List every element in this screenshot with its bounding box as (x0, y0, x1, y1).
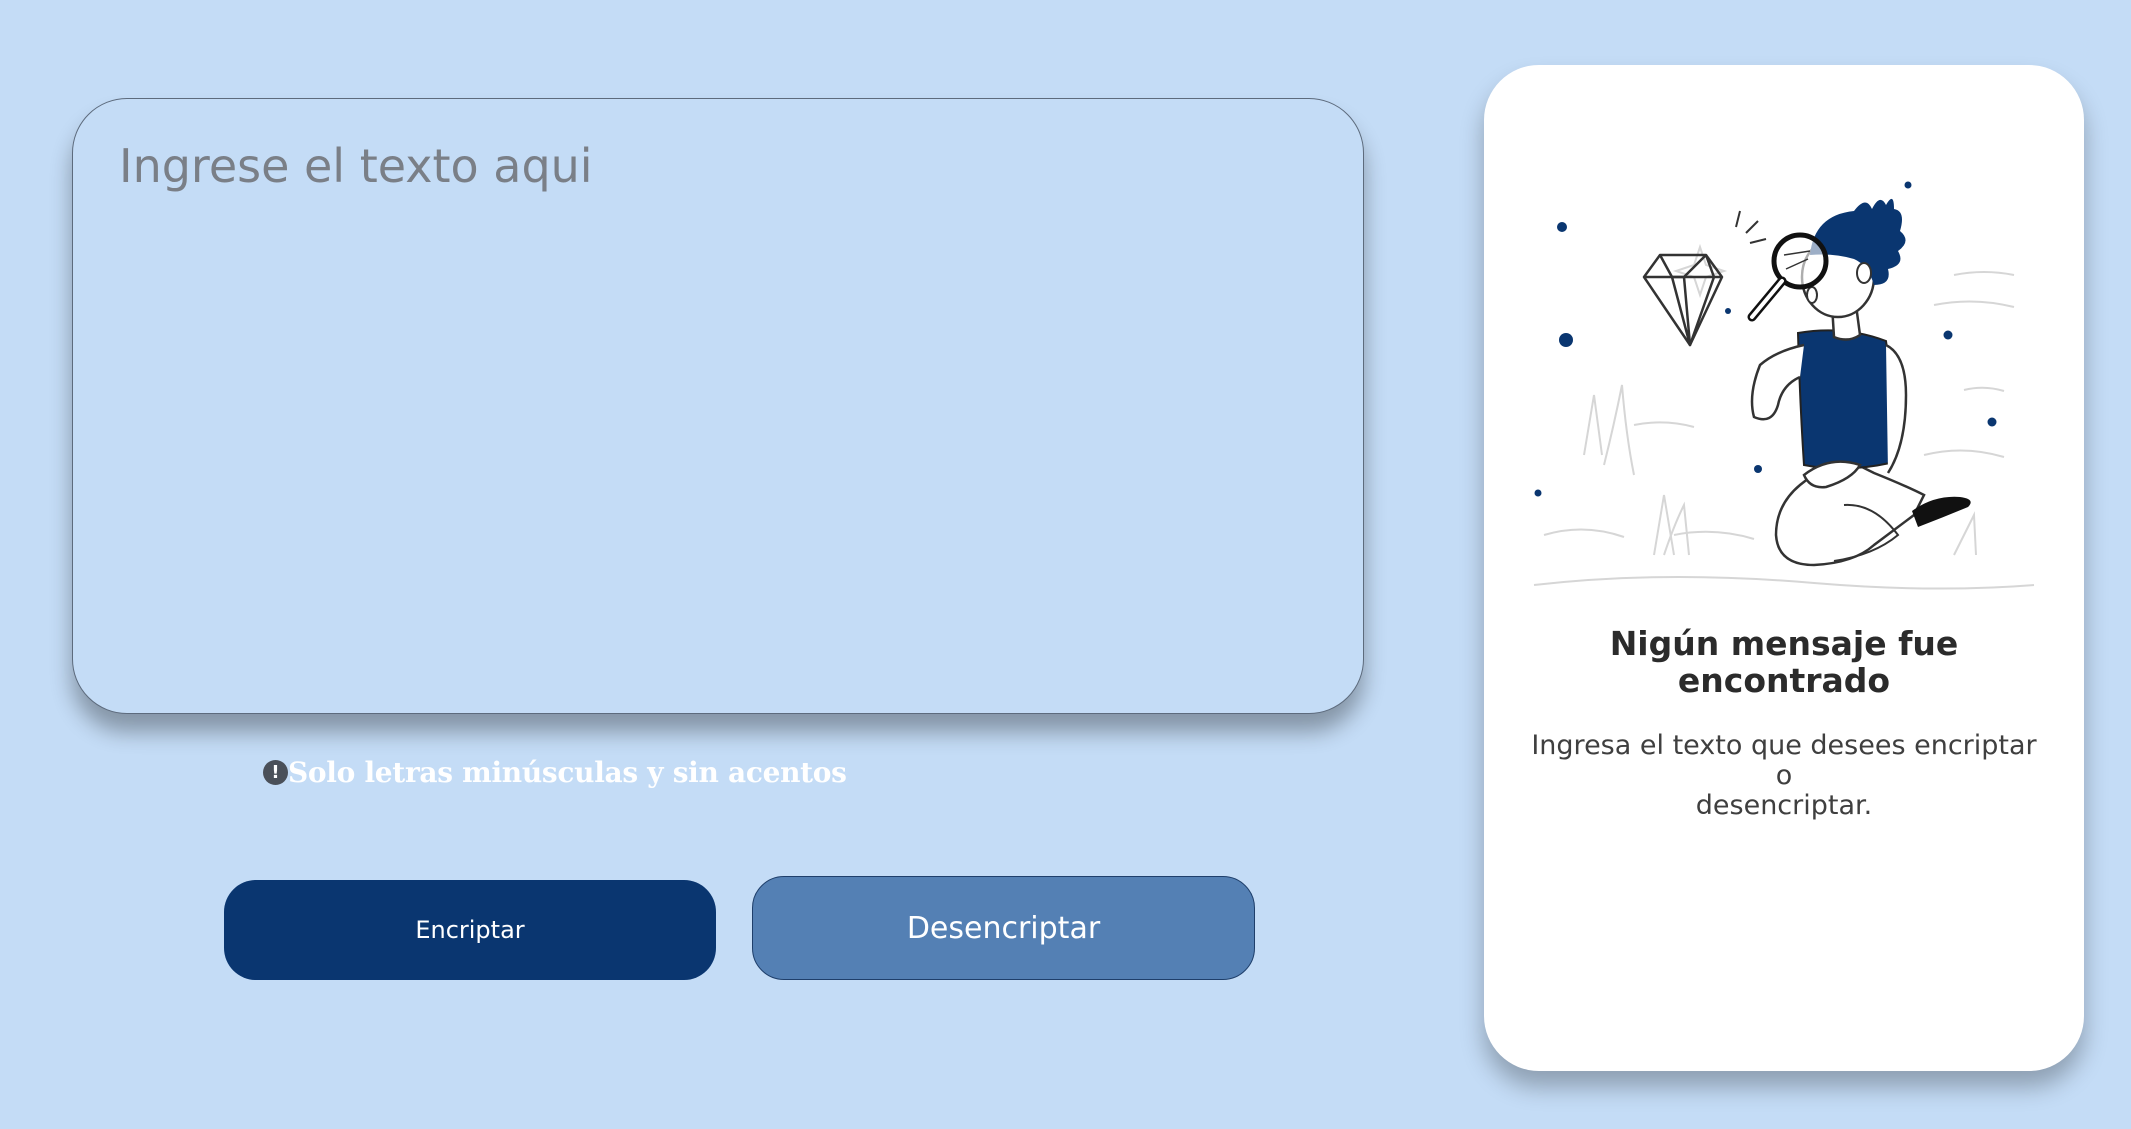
result-description-line: desencriptar. (1695, 790, 1873, 821)
result-title-line: encontrado (1677, 661, 1891, 700)
result-description: Ingresa el texto que desees encriptar o … (1504, 731, 2064, 821)
message-input[interactable] (115, 129, 1315, 669)
hint-text: Solo letras minúsculas y sin acentos (288, 755, 847, 789)
input-hint: ! Solo letras minúsculas y sin acentos (263, 754, 847, 790)
result-card: Nigún mensaje fue encontrado Ingresa el … (1484, 65, 2084, 1071)
decrypt-button[interactable]: Desencriptar (752, 876, 1255, 980)
result-description-line: Ingresa el texto que desees encriptar (1531, 730, 2037, 761)
person-magnifying-glass-illustration-icon (1533, 181, 2035, 590)
result-title-line: Nigún mensaje fue (1609, 624, 1959, 663)
result-description-line: o (1775, 760, 1793, 791)
exclamation-icon: ! (263, 759, 288, 785)
text-input-panel (72, 98, 1364, 714)
encrypt-button[interactable]: Encriptar (224, 880, 716, 980)
result-title: Nigún mensaje fue encontrado (1484, 625, 2084, 699)
